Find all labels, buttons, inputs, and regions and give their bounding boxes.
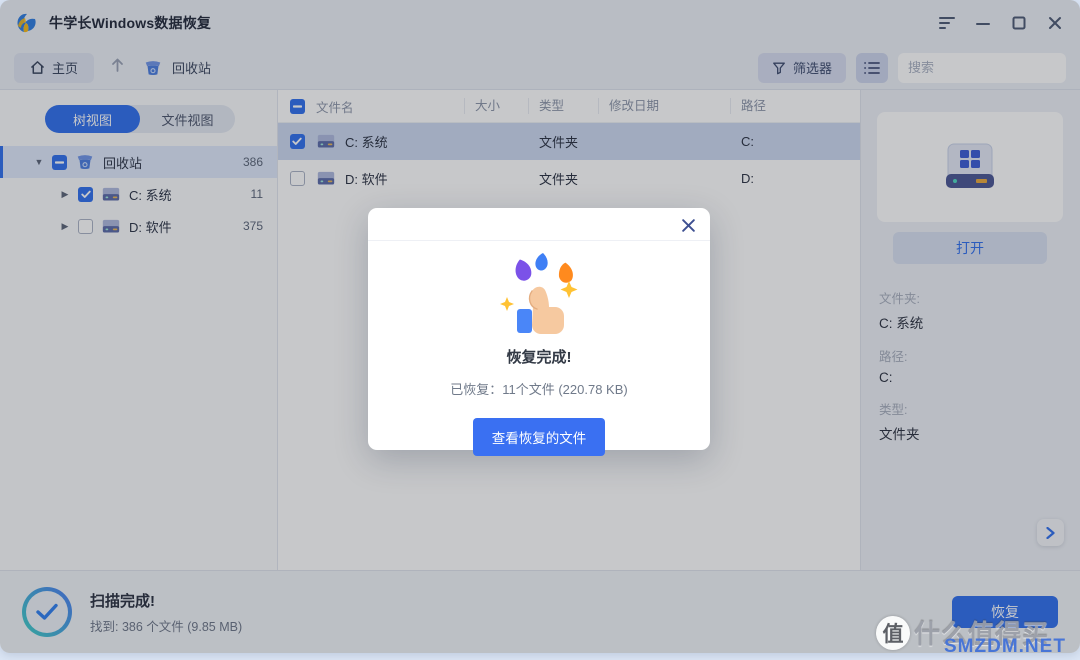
thumbs-up-illustration [493, 251, 585, 339]
dialog-close-icon[interactable] [679, 216, 697, 234]
view-recovered-files-button[interactable]: 查看恢复的文件 [473, 418, 606, 456]
recovery-complete-dialog: 恢复完成! 已恢复：11个文件 (220.78 KB) 查看恢复的文件 [368, 208, 710, 450]
app-window: 牛学长Windows数据恢复 主页 [0, 0, 1080, 653]
dialog-title: 恢复完成! [368, 346, 710, 367]
dialog-subtitle: 已恢复：11个文件 (220.78 KB) [368, 379, 710, 398]
dialog-body: 恢复完成! 已恢复：11个文件 (220.78 KB) 查看恢复的文件 [368, 241, 710, 456]
dialog-header [368, 208, 710, 241]
